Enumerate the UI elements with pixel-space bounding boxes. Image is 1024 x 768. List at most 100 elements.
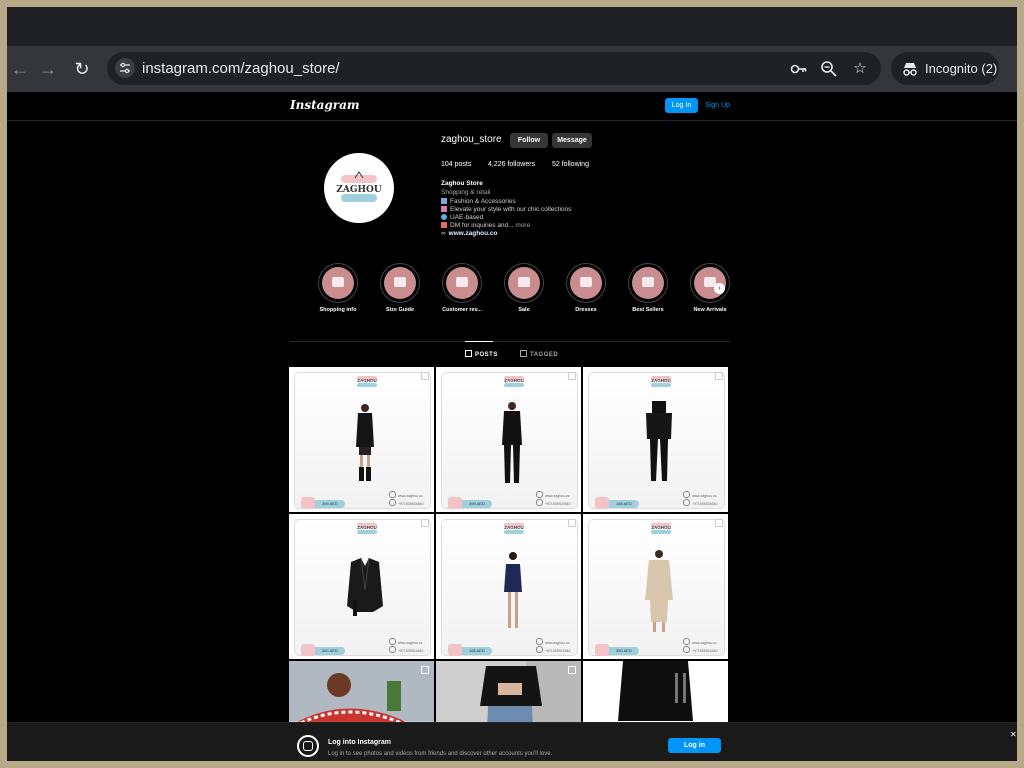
- highlight-label: Best Sellers: [632, 307, 664, 313]
- highlight-ring: [628, 263, 668, 303]
- contact-web-text: www.zaghou.co: [692, 641, 717, 645]
- price-text: 185 AED: [616, 501, 632, 506]
- signup-link[interactable]: Sign Up: [705, 98, 730, 113]
- brand-logo-text: ZAGHOU: [357, 525, 377, 530]
- highlight-icon: [642, 277, 654, 287]
- model-figure: [646, 401, 672, 481]
- highlight-label: Dresses: [575, 307, 597, 313]
- message-button[interactable]: Message: [552, 133, 592, 148]
- price-text: 360 AED: [322, 648, 338, 653]
- posts-count: 104 posts: [441, 161, 472, 168]
- brand-logo: ZAGHOU: [354, 376, 380, 387]
- bio-more-link[interactable]: more: [515, 222, 530, 229]
- dress-icon: [441, 206, 447, 212]
- close-icon[interactable]: ✕: [1010, 730, 1017, 739]
- following-count[interactable]: 52 following: [552, 161, 589, 168]
- price-text: 399 AED: [322, 501, 338, 506]
- post-tile[interactable]: ZAGHOU 165 AED www.zaghou.co +971505924640: [436, 514, 581, 659]
- highlight-ring: [318, 263, 358, 303]
- highlight-cover: [322, 267, 354, 299]
- tabs-divider: [290, 341, 730, 342]
- bookmark-star-icon[interactable]: ☆: [848, 57, 872, 81]
- forward-icon[interactable]: →: [35, 56, 61, 82]
- contact-phone-text: +971505924640: [692, 502, 718, 506]
- login-button[interactable]: Log In: [665, 98, 698, 113]
- brand-logo: ZAGHOU: [501, 376, 527, 387]
- price-stamp-icon: [595, 644, 609, 656]
- tab-posts[interactable]: POSTS: [465, 350, 498, 358]
- price-text: 399 AED: [469, 501, 485, 506]
- contact-phone-text: +971505924640: [545, 502, 571, 506]
- profile-link[interactable]: ∞ www.zaghou.co: [441, 230, 498, 237]
- site-info-icon[interactable]: [115, 58, 135, 78]
- tag-icon: [520, 350, 527, 357]
- highlight-label: Shopping info: [319, 307, 357, 313]
- banner-login-button[interactable]: Log in: [668, 738, 721, 753]
- highlight-icon: [518, 277, 530, 287]
- browser-toolbar: ← → ↻ instagram.com/zaghou_store/ ☆ Inco…: [7, 46, 1017, 92]
- instagram-logo[interactable]: Instagram: [290, 98, 360, 112]
- contact-phone: +971505924640: [536, 499, 570, 506]
- post-tile[interactable]: ZAGHOU 185 AED www.zaghou.co +971505924640: [583, 367, 728, 512]
- highlight-label: New Arrivals: [693, 307, 727, 313]
- zoom-icon[interactable]: [817, 57, 841, 81]
- brand-logo: ZAGHOU: [648, 376, 674, 387]
- tab-posts-label: POSTS: [475, 352, 498, 358]
- follow-button[interactable]: Follow: [510, 133, 548, 148]
- highlight-ring: [690, 263, 730, 303]
- address-bar[interactable]: instagram.com/zaghou_store/ ☆: [107, 52, 881, 85]
- highlight-icon: [456, 277, 468, 287]
- incognito-button[interactable]: Incognito (2): [891, 52, 999, 85]
- highlights-next-icon[interactable]: ›: [714, 283, 725, 294]
- post-tile[interactable]: ZAGHOU 399 AED www.zaghou.co +971505924640: [289, 367, 434, 512]
- highlight-cover: [632, 267, 664, 299]
- back-icon[interactable]: ←: [7, 56, 33, 82]
- contact-phone: +971505924640: [683, 499, 717, 506]
- contact-phone: +971505924640: [536, 646, 570, 653]
- login-banner: Log into Instagram Log in to see photos …: [7, 722, 1017, 761]
- link-icon: ∞: [441, 230, 446, 237]
- multi-photo-icon: [421, 666, 429, 674]
- bio-line-1: Fashion & Accessories: [441, 198, 516, 205]
- post-card: ZAGHOU 360 AED www.zaghou.co +971505924640: [294, 519, 431, 656]
- highlight-label: Customer rev...: [442, 307, 482, 313]
- contact-web-text: www.zaghou.co: [398, 641, 423, 645]
- profile-link-text[interactable]: www.zaghou.co: [449, 230, 498, 237]
- key-icon[interactable]: [787, 57, 811, 81]
- highlight-icon: [580, 277, 592, 287]
- contact-web: www.zaghou.co: [683, 491, 717, 498]
- avatar-logo-text: ZAGHOU: [336, 185, 382, 195]
- highlight-cover: [384, 267, 416, 299]
- contact-web-text: www.zaghou.co: [545, 641, 570, 645]
- tab-tagged[interactable]: TAGGED: [520, 350, 558, 358]
- contact-phone: +971505924640: [389, 499, 423, 506]
- post-card: ZAGHOU 399 AED www.zaghou.co +971505924640: [294, 372, 431, 509]
- globe-icon: [441, 214, 447, 220]
- brand-logo-text: ZAGHOU: [504, 525, 524, 530]
- url-text[interactable]: instagram.com/zaghou_store/: [142, 52, 340, 85]
- instagram-header: Instagram Log In Sign Up: [7, 92, 1017, 121]
- reload-icon[interactable]: ↻: [69, 56, 95, 82]
- contact-phone-text: +971505924640: [545, 649, 571, 653]
- followers-count[interactable]: 4,226 followers: [488, 161, 535, 168]
- price-stamp-icon: [448, 644, 462, 656]
- contact-phone-text: +971505924640: [398, 649, 424, 653]
- post-card: ZAGHOU 399 AED www.zaghou.co +971505924640: [441, 372, 578, 509]
- price-stamp-icon: [301, 644, 315, 656]
- post-tile[interactable]: ZAGHOU 399 AED www.zaghou.co +971505924640: [436, 367, 581, 512]
- tab-tagged-label: TAGGED: [530, 352, 559, 358]
- bio-line-4-text: DM for inquiries and...: [450, 222, 514, 229]
- login-banner-title: Log into Instagram: [328, 739, 391, 746]
- multi-photo-icon: [421, 372, 429, 380]
- contact-web-text: www.zaghou.co: [545, 494, 570, 498]
- post-tile[interactable]: ZAGHOU 360 AED www.zaghou.co +971505924640: [289, 514, 434, 659]
- avatar[interactable]: ZAGHOU: [324, 153, 394, 223]
- post-tile[interactable]: ZAGHOU 350 AED www.zaghou.co +971505924640: [583, 514, 728, 659]
- post-card: ZAGHOU 165 AED www.zaghou.co +971505924640: [441, 519, 578, 656]
- brand-logo: ZAGHOU: [501, 523, 527, 534]
- highlight-label: Sale: [518, 307, 530, 313]
- contact-phone-text: +971505924640: [398, 502, 424, 506]
- highlight-cover: [446, 267, 478, 299]
- multi-photo-icon: [715, 372, 723, 380]
- contact-phone-text: +971505924640: [692, 649, 718, 653]
